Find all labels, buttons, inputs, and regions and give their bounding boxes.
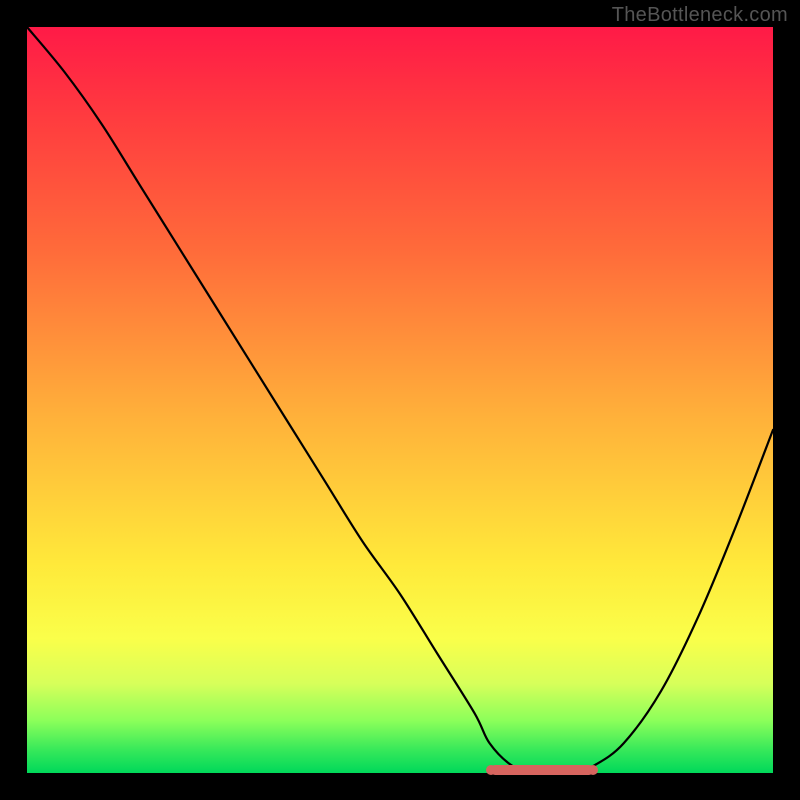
watermark-text: TheBottleneck.com	[612, 4, 788, 27]
curve-path	[27, 27, 773, 774]
chart-frame: TheBottleneck.com	[0, 0, 800, 800]
plot-area	[27, 27, 773, 773]
bottleneck-curve	[27, 27, 773, 773]
optimal-range-marker	[490, 765, 594, 775]
optimal-range-start-dot	[486, 765, 496, 775]
optimal-range-end-dot	[588, 765, 598, 775]
